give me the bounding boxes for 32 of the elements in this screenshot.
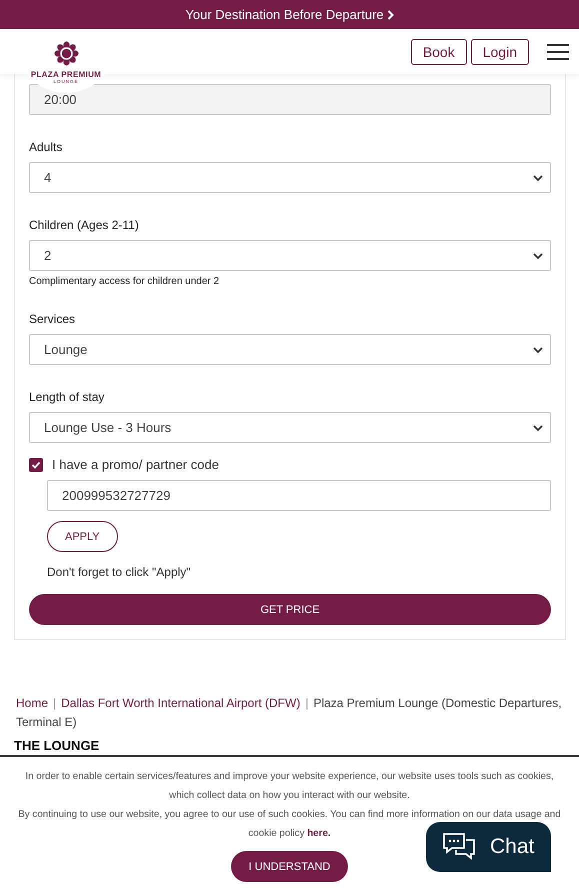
promo-checkbox[interactable] (29, 458, 43, 472)
chat-bubbles-icon (442, 832, 476, 862)
flower-logo-icon (54, 41, 78, 66)
breadcrumb-link[interactable]: Home (16, 696, 48, 710)
field-label: Services (29, 312, 76, 326)
chevron-right-icon (386, 10, 394, 20)
chat-button[interactable]: Chat (426, 822, 551, 872)
select-field[interactable]: Lounge Use - 3 Hours (29, 412, 551, 443)
logo-name: PLAZA PREMIUM (30, 70, 102, 79)
time-field[interactable]: 20:00 (29, 84, 551, 115)
breadcrumb: Home | Dallas Fort Worth International Airport (DFW) | Plaza Premium Lounge (Domestic Departures, Terminal E) (16, 695, 563, 731)
field-label: Children (Ages 2-11) (29, 218, 140, 232)
menu-icon[interactable] (547, 44, 569, 60)
policy-link[interactable]: here. (307, 828, 331, 839)
select-field[interactable]: Lounge (29, 334, 551, 365)
field-label: Length of stay (29, 390, 106, 404)
promo-code-field[interactable]: 200999532727729 (47, 480, 551, 511)
breadcrumb-link[interactable]: Dallas Fort Worth International Airport (DFW) (61, 696, 300, 710)
field-hint: Complimentary access for children under 2 (29, 276, 220, 287)
select-field[interactable]: 4 (29, 162, 551, 193)
book-button[interactable]: Book (410, 38, 467, 64)
login-button[interactable]: Login (470, 38, 529, 64)
select-field[interactable]: 2 (29, 240, 551, 271)
apply-note: Don't forget to click "Apply" (47, 565, 192, 579)
cookie-text: In order to enable certain services/features and improve your website experience, our website uses tools such as cookies, which collect data on how you interact with our website. (24, 770, 555, 803)
apply-button[interactable]: APPLY (47, 521, 118, 552)
section-title: THE LOUNGE (14, 738, 100, 753)
checkbox-label: I have a promo/ partner code (52, 457, 219, 472)
announcement-link[interactable]: Your Destination Before Departure (185, 7, 394, 22)
understand-button[interactable]: I UNDERSTAND (231, 851, 348, 882)
field-label: Adults (29, 140, 64, 154)
get-price-button[interactable]: GET PRICE (29, 594, 551, 625)
